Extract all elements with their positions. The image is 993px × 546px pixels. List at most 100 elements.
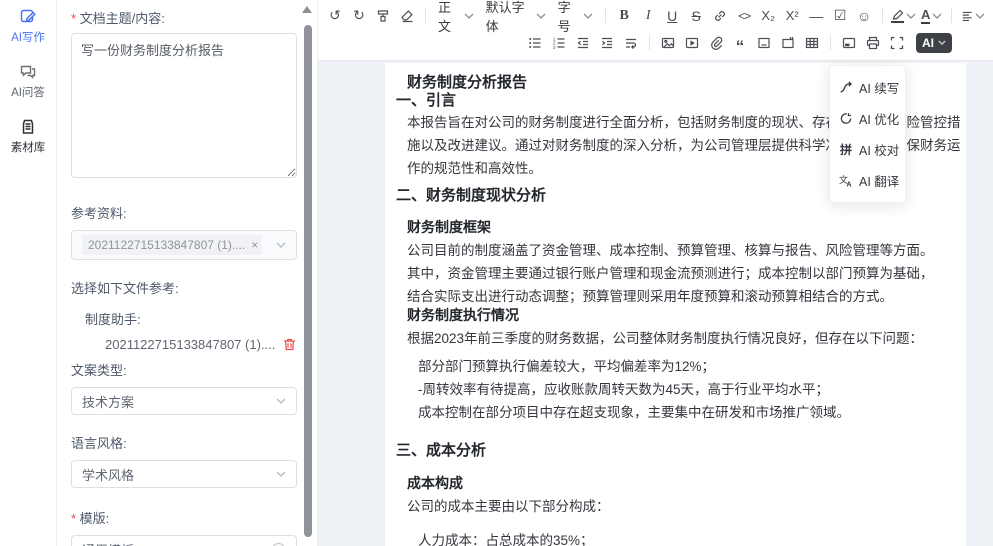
insert-table-icon[interactable] [801, 32, 823, 54]
ai-tools-button[interactable]: AI [916, 33, 952, 53]
topic-label: 文档主题/内容: [71, 8, 297, 27]
doc-type-value: 技术方案 [82, 392, 276, 411]
style-value: 学术风格 [82, 465, 276, 484]
menu-item-ai-translate[interactable]: 文A AI 翻译 [830, 165, 905, 196]
ai-writing-icon [19, 8, 37, 26]
font-family-dropdown[interactable]: 默认字体 [481, 5, 551, 27]
highlight-color-dropdown[interactable] [890, 5, 917, 27]
ordered-list-icon[interactable]: 123 [548, 32, 570, 54]
inline-code-icon[interactable]: <> [733, 5, 755, 27]
bullet-list-icon[interactable] [524, 32, 546, 54]
menu-item-label: AI 优化 [859, 109, 899, 128]
doc-block-h3: 财务制度框架 [407, 216, 964, 239]
menu-item-label: AI 续写 [859, 78, 899, 97]
align-icon [961, 9, 973, 23]
superscript-icon[interactable]: X² [781, 5, 803, 27]
chevron-down-icon [932, 13, 942, 19]
underline-icon[interactable]: U [661, 5, 683, 27]
align-dropdown[interactable] [959, 5, 987, 27]
chevron-down-icon [464, 13, 474, 19]
blockquote-icon[interactable]: “ [729, 32, 751, 54]
svg-text:3: 3 [553, 44, 556, 49]
doc-block-p: 公司目前的制度涵盖了资金管理、成本控制、预算管理、核算与报告、风险管理等方面。其… [407, 239, 937, 308]
ai-qa-icon [19, 63, 37, 81]
template-value: 通用模板 [82, 540, 253, 546]
reference-tag: 2021122715133847807 (1).... × [82, 235, 262, 255]
code-block-icon[interactable] [753, 32, 775, 54]
doc-block-li: 成本控制在部分项目中存在超支现象，主要集中在研发和市场推广领域。 [418, 401, 964, 424]
template-label: 模版: [71, 508, 297, 527]
redo-icon[interactable]: ↻ [348, 5, 370, 27]
chevron-down-icon [583, 13, 593, 19]
chevron-down-icon [276, 242, 286, 248]
reference-label: 参考资料: [71, 203, 297, 222]
doc-block-p: 公司的成本主要由以下部分构成： [407, 495, 964, 518]
font-color-icon: A [921, 8, 930, 24]
left-nav-rail: AI写作 AI问答 素材库 [0, 0, 57, 546]
undo-icon[interactable]: ↺ [324, 5, 346, 27]
tag-close-icon[interactable]: × [251, 238, 258, 252]
menu-item-ai-optimize[interactable]: AI 优化 [830, 103, 905, 134]
insert-video-icon[interactable] [681, 32, 703, 54]
check-circle-icon[interactable] [271, 542, 286, 546]
ai-button-label: AI [922, 36, 934, 50]
reference-select[interactable]: 2021122715133847807 (1).... × [71, 230, 297, 260]
italic-icon[interactable]: I [637, 5, 659, 27]
outdent-icon[interactable] [572, 32, 594, 54]
format-painter-icon[interactable] [372, 5, 394, 27]
eraser-icon[interactable] [396, 5, 418, 27]
fullscreen-icon[interactable] [886, 32, 908, 54]
side-panel-icon[interactable] [838, 32, 860, 54]
topic-textarea[interactable]: 写一份财务制度分析报告 [71, 33, 297, 178]
toolbar-row-1: ↺ ↻ 正文 默认字体 字号 B I U S <> X₂ X² — ☑ ☺ [324, 2, 987, 29]
print-icon[interactable] [862, 32, 884, 54]
style-select[interactable]: 学术风格 [71, 460, 297, 488]
paragraph-style-dropdown[interactable]: 正文 [433, 5, 479, 27]
template-select[interactable]: 通用模板 [71, 535, 297, 546]
reference-tag-text: 2021122715133847807 (1).... [88, 238, 245, 252]
bold-icon[interactable]: B [613, 5, 635, 27]
subscript-icon[interactable]: X₂ [757, 5, 779, 27]
chevron-down-icon [938, 40, 946, 45]
sidebar-item-ai-writing[interactable]: AI写作 [11, 8, 45, 45]
generation-form: 文档主题/内容: 写一份财务制度分析报告 参考资料: 2021122715133… [57, 0, 318, 546]
divider-icon[interactable]: — [805, 5, 827, 27]
strikethrough-icon[interactable]: S [685, 5, 707, 27]
chevron-down-icon [276, 471, 286, 477]
style-label: 语言风格: [71, 433, 297, 452]
form-scrollbar-thumb[interactable] [304, 25, 312, 537]
chevron-down-icon [536, 13, 546, 19]
reference-file-name: 2021122715133847807 (1).... [105, 337, 282, 352]
indent-icon[interactable] [596, 32, 618, 54]
insert-image-icon[interactable] [657, 32, 679, 54]
sidebar-item-material-library[interactable]: 素材库 [11, 118, 46, 155]
scrollbar-up-arrow[interactable] [302, 6, 312, 13]
chevron-down-icon [975, 13, 985, 19]
doc-block-li: 人力成本：占总成本的35%； [418, 529, 964, 546]
doc-type-label: 文案类型: [71, 360, 297, 379]
assistant-label: 制度助手: [85, 309, 297, 328]
font-color-dropdown[interactable]: A [920, 5, 944, 27]
sidebar-item-label: AI写作 [11, 29, 45, 45]
menu-item-ai-continue[interactable]: AI 续写 [830, 72, 905, 103]
sidebar-item-label: AI问答 [11, 84, 45, 100]
doc-block-li: 部分部门预算执行偏差较大，平均偏差率为12%； [418, 355, 964, 378]
menu-item-ai-proofread[interactable]: 拼 AI 校对 [830, 134, 905, 165]
attachment-icon[interactable] [705, 32, 727, 54]
font-size-dropdown[interactable]: 字号 [553, 5, 599, 27]
emoji-icon[interactable]: ☺ [853, 5, 875, 27]
highlight-pen-icon [891, 9, 904, 23]
reference-file-row: 2021122715133847807 (1).... [71, 337, 297, 352]
sidebar-item-ai-qa[interactable]: AI问答 [11, 63, 45, 100]
delete-file-icon[interactable] [282, 337, 297, 352]
chevron-down-icon [276, 398, 286, 404]
editor-area: ↺ ↻ 正文 默认字体 字号 B I U S <> X₂ X² — ☑ ☺ [318, 0, 993, 546]
line-break-icon[interactable] [620, 32, 642, 54]
quote-block-icon[interactable] [777, 32, 799, 54]
ai-translate-icon: 文A [839, 174, 853, 187]
menu-item-label: AI 翻译 [859, 171, 899, 190]
link-icon[interactable] [709, 5, 731, 27]
doc-type-select[interactable]: 技术方案 [71, 387, 297, 415]
task-checkbox-icon[interactable]: ☑ [829, 5, 851, 27]
sidebar-item-label: 素材库 [11, 139, 46, 155]
